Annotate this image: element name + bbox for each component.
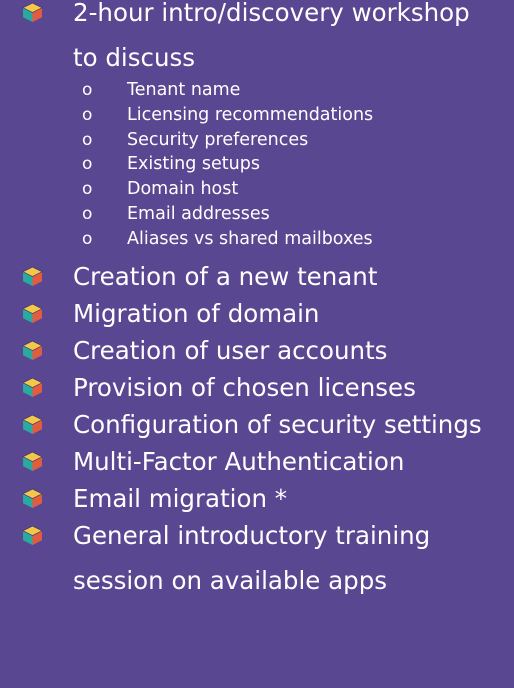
- item-text: Migration of domain: [73, 298, 320, 328]
- sub-list-item: o Licensing recommendations: [0, 103, 514, 128]
- item-text: Email migration *: [73, 483, 288, 513]
- item-text: Creation of user accounts: [73, 335, 388, 365]
- cube-bullet-icon: [22, 525, 43, 546]
- sub-item-text: Tenant name: [127, 80, 241, 100]
- sub-item-text: Security preferences: [127, 129, 309, 150]
- item-text: Provision of chosen licenses: [73, 372, 416, 402]
- list-item-new-tenant: Creation of a new tenant: [0, 258, 514, 295]
- list-item-licenses: Provision of chosen licenses: [0, 369, 514, 406]
- sub-list-item: o Domain host: [0, 177, 514, 202]
- circle-bullet-icon: o: [82, 203, 93, 224]
- cube-bullet-icon: [22, 488, 43, 509]
- circle-bullet-icon: o: [82, 80, 93, 100]
- list-item-user-accounts: Creation of user accounts: [0, 332, 514, 369]
- cube-bullet-icon: [22, 266, 43, 287]
- list-item-domain-migration: Migration of domain: [0, 295, 514, 332]
- sub-list: o Tenant name o Licensing recommendation…: [0, 78, 514, 252]
- circle-bullet-icon: o: [82, 228, 93, 249]
- sub-list-item: o Security preferences: [0, 128, 514, 153]
- circle-bullet-icon: o: [82, 154, 93, 175]
- list-item-workshop: 2-hour intro/discovery workshop to discu…: [0, 0, 514, 76]
- list-item-security-settings: Configuration of security settings: [0, 406, 514, 443]
- bullet-list: 2-hour intro/discovery workshop to discu…: [0, 0, 514, 599]
- item-text: Multi-Factor Authentication: [73, 446, 405, 476]
- sub-item-text: Aliases vs shared mailboxes: [127, 228, 373, 249]
- sub-list-item: o Tenant name: [0, 78, 514, 103]
- circle-bullet-icon: o: [82, 104, 93, 125]
- item-text: Creation of a new tenant: [73, 261, 378, 291]
- list-item-email-migration: Email migration *: [0, 480, 514, 517]
- item-text: Configuration of security settings: [73, 409, 482, 439]
- item-text: General introductory training: [73, 520, 431, 550]
- sub-item-text: Existing setups: [127, 154, 260, 175]
- sub-item-text: Domain host: [127, 179, 239, 200]
- sub-list-item: o Existing setups: [0, 152, 514, 177]
- item-text-continuation: to discuss: [73, 43, 196, 72]
- cube-bullet-icon: [22, 451, 43, 472]
- list-item-mfa: Multi-Factor Authentication: [0, 443, 514, 480]
- cube-bullet-icon: [22, 303, 43, 324]
- cube-bullet-icon: [22, 414, 43, 435]
- circle-bullet-icon: o: [82, 129, 93, 150]
- item-text-continuation: session on available apps: [73, 565, 388, 595]
- cube-bullet-icon: [22, 2, 43, 23]
- cube-bullet-icon: [22, 377, 43, 398]
- list-item-training: General introductory training session on…: [0, 517, 514, 599]
- sub-item-text: Email addresses: [127, 203, 270, 224]
- sub-list-item: o Aliases vs shared mailboxes: [0, 227, 514, 252]
- circle-bullet-icon: o: [82, 179, 93, 200]
- cube-bullet-icon: [22, 340, 43, 361]
- sub-item-text: Licensing recommendations: [127, 104, 374, 125]
- sub-list-item: o Email addresses: [0, 202, 514, 227]
- item-text: 2-hour intro/discovery workshop: [73, 0, 470, 27]
